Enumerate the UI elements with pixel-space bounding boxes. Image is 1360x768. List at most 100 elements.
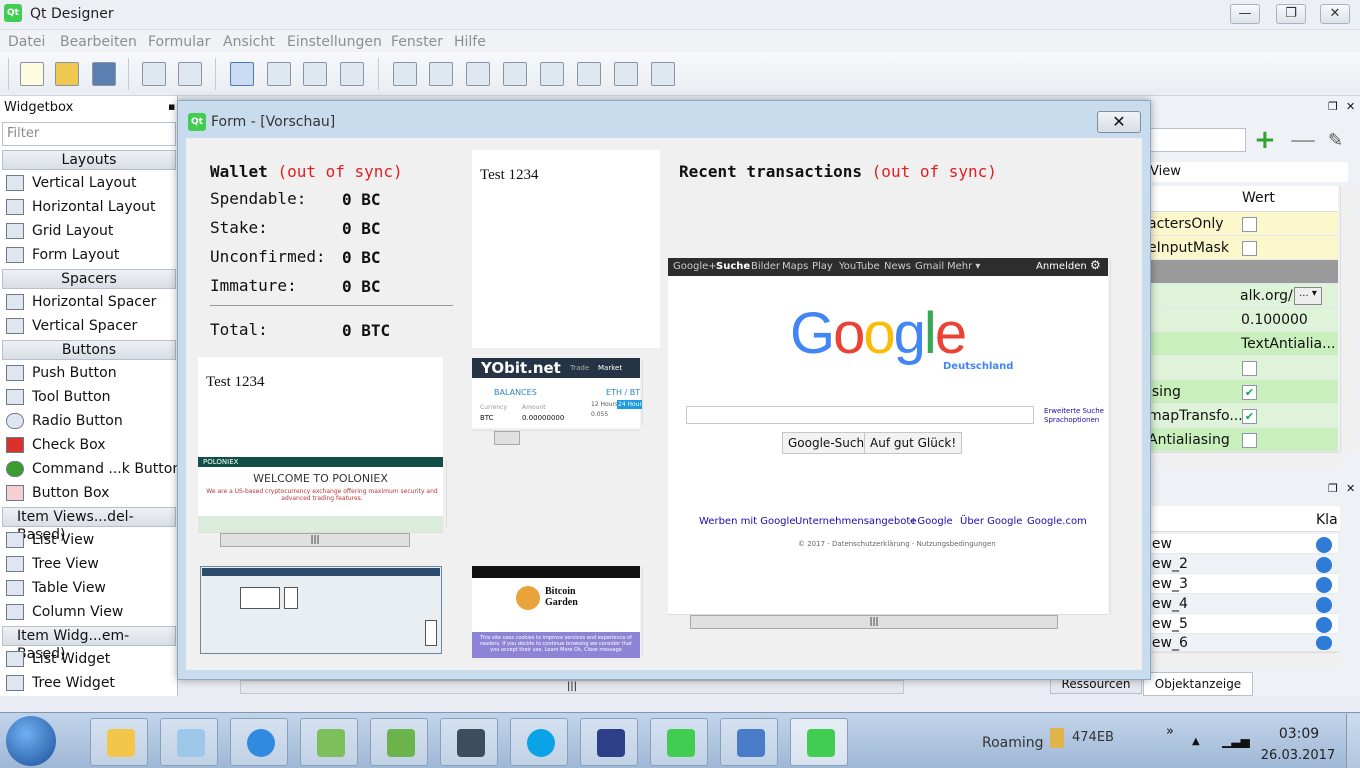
google-v-scrollbar[interactable]: [1110, 258, 1126, 614]
bitcoin-garden-v-scrollbar[interactable]: [642, 566, 658, 656]
widgetbox-filter-input[interactable]: Filter: [2, 122, 176, 146]
object-row[interactable]: iew: [1148, 534, 1338, 554]
restore-button[interactable]: ❐: [1276, 4, 1306, 24]
taskbar-monitor[interactable]: [440, 718, 498, 766]
widget-horizontal-layout[interactable]: Horizontal Layout: [6, 195, 156, 219]
property-scrollbar[interactable]: [1340, 186, 1356, 452]
taskbar-skype[interactable]: [510, 718, 568, 766]
google-lucky-button[interactable]: Auf gut Glück!: [864, 432, 963, 454]
widget-column-view[interactable]: Column View: [6, 600, 123, 624]
widget-button-box[interactable]: Button Box: [6, 481, 109, 505]
edit-tab-order-icon[interactable]: [340, 62, 364, 86]
object-row[interactable]: iew_5: [1148, 614, 1338, 634]
checkbox[interactable]: [1242, 361, 1257, 376]
canvas-h-scrollbar[interactable]: |||: [240, 680, 904, 694]
layout-splitter-h-icon[interactable]: [466, 62, 490, 86]
wrench-icon[interactable]: ✎: [1328, 130, 1343, 151]
widget-form-layout[interactable]: Form Layout: [6, 243, 119, 267]
property-url-value[interactable]: alk.org/: [1240, 288, 1293, 304]
object-row[interactable]: iew_6: [1148, 634, 1338, 652]
taskbar-qt-creator[interactable]: [650, 718, 708, 766]
form-close-button[interactable]: ✕: [1097, 111, 1141, 133]
taskbar-paint[interactable]: [580, 718, 638, 766]
scroll-thumb[interactable]: |||: [690, 615, 1058, 629]
google-footer-link[interactable]: Unternehmensangebote: [795, 516, 916, 527]
widget-command-link-button[interactable]: Command ...k Button: [6, 457, 181, 481]
category-buttons[interactable]: Buttons: [2, 340, 176, 360]
property-number-value[interactable]: 0.100000: [1241, 312, 1308, 328]
poloniex-v-scrollbar[interactable]: [446, 460, 462, 528]
google-footer-link[interactable]: Über Google: [960, 516, 1022, 527]
roaming-label[interactable]: Roaming: [982, 735, 1044, 751]
float-icon[interactable]: ▪: [168, 100, 175, 113]
google-bar-link[interactable]: Play: [812, 261, 833, 272]
edit-buddies-icon[interactable]: [303, 62, 327, 86]
float-icon[interactable]: ❐: [1328, 100, 1338, 113]
taskbar-qt-designer[interactable]: [790, 718, 848, 766]
folder-label[interactable]: 474EB: [1072, 730, 1114, 745]
clock-date[interactable]: 26.03.2017: [1258, 748, 1338, 763]
chevron-right-icon[interactable]: »: [1166, 724, 1174, 739]
layout-form-icon[interactable]: [577, 62, 601, 86]
embedded-screenshot[interactable]: [200, 566, 442, 654]
google-language-link[interactable]: Sprachoptionen: [1044, 416, 1099, 424]
widget-table-view[interactable]: Table View: [6, 576, 106, 600]
widget-list-widget[interactable]: List Widget: [6, 647, 110, 671]
layout-grid-icon[interactable]: [540, 62, 564, 86]
google-bar-link[interactable]: YouTube: [839, 261, 880, 272]
menu-datei[interactable]: Datei: [8, 34, 45, 50]
object-row[interactable]: iew_4: [1148, 594, 1338, 614]
adjust-size-icon[interactable]: [651, 62, 675, 86]
google-footer-link[interactable]: +Google: [909, 516, 953, 527]
browse-button[interactable]: ... ▾: [1294, 287, 1322, 305]
widget-grid-layout[interactable]: Grid Layout: [6, 219, 113, 243]
gear-icon[interactable]: ⚙: [1090, 258, 1101, 272]
new-file-icon[interactable]: [20, 62, 44, 86]
google-bar-link[interactable]: Google+: [673, 261, 717, 272]
menu-ansicht[interactable]: Ansicht: [223, 34, 275, 50]
google-bar-link[interactable]: Suche: [716, 261, 750, 272]
taskbar-ie[interactable]: [230, 718, 288, 766]
menu-einstellungen[interactable]: Einstellungen: [287, 34, 382, 50]
folder-icon[interactable]: [1050, 728, 1064, 748]
widget-tree-widget[interactable]: Tree Widget: [6, 671, 115, 695]
checkbox-checked[interactable]: ✔: [1242, 385, 1257, 400]
object-h-scrollbar[interactable]: [1148, 652, 1340, 668]
scroll-thumb[interactable]: [494, 431, 520, 445]
google-bar-link[interactable]: News: [884, 261, 911, 272]
checkbox[interactable]: [1242, 217, 1257, 232]
taskbar-users[interactable]: [300, 718, 358, 766]
window-raise-icon[interactable]: [178, 62, 202, 86]
layout-splitter-v-icon[interactable]: [503, 62, 527, 86]
edit-widgets-icon[interactable]: [230, 62, 254, 86]
menu-fenster[interactable]: Fenster: [391, 34, 443, 50]
google-bar-link[interactable]: Gmail: [915, 261, 944, 272]
close-button[interactable]: ✕: [1320, 4, 1350, 24]
google-search-input[interactable]: [686, 406, 1034, 424]
minimize-button[interactable]: —: [1230, 4, 1260, 24]
property-h-scrollbar[interactable]: [1148, 452, 1340, 468]
start-button[interactable]: [6, 716, 56, 766]
object-row[interactable]: iew_2: [1148, 554, 1338, 574]
widget-tree-view[interactable]: Tree View: [6, 552, 99, 576]
property-filter-input[interactable]: [1148, 128, 1246, 152]
add-icon[interactable]: +: [1254, 127, 1276, 153]
remove-icon[interactable]: —: [1290, 127, 1316, 153]
google-advanced-link[interactable]: Erweiterte Suche: [1044, 407, 1104, 415]
widget-horizontal-spacer[interactable]: Horizontal Spacer: [6, 290, 156, 314]
float-icon[interactable]: ❐: [1328, 482, 1338, 495]
close-icon[interactable]: ✕: [1346, 482, 1355, 495]
show-desktop-button[interactable]: [1346, 714, 1360, 768]
menu-bearbeiten[interactable]: Bearbeiten: [60, 34, 137, 50]
widget-check-box[interactable]: Check Box: [6, 433, 106, 457]
clock-time[interactable]: 03:09: [1262, 726, 1336, 742]
save-icon[interactable]: [92, 62, 116, 86]
widget-radio-button[interactable]: Radio Button: [6, 409, 123, 433]
taskbar-notepad[interactable]: [160, 718, 218, 766]
checkbox[interactable]: [1242, 433, 1257, 448]
yobit-v-scrollbar[interactable]: [642, 360, 658, 426]
google-signin[interactable]: Anmelden: [1036, 261, 1087, 272]
google-bar-link[interactable]: Maps: [782, 261, 808, 272]
layout-horizontal-icon[interactable]: [393, 62, 417, 86]
window-stack-icon[interactable]: [142, 62, 166, 86]
